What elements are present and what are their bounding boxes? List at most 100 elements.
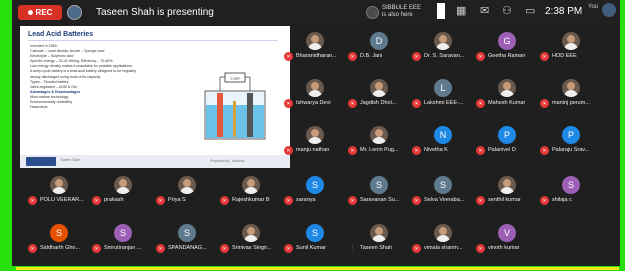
- participant-avatar: S: [306, 224, 324, 242]
- participant-tile[interactable]: ✕ HOD EEE: [538, 30, 604, 62]
- slide-footer-left: Taseen Shah: [60, 158, 81, 162]
- participant-tile[interactable]: S ✕ Selva Veeraba...: [410, 174, 476, 206]
- participant-tile[interactable]: G ✕ Geetha Raman: [474, 30, 540, 62]
- participant-tile[interactable]: D ✕ D.B. Jani: [346, 30, 412, 62]
- slide-title: Lead Acid Batteries: [28, 31, 94, 38]
- participant-avatar: P: [498, 126, 516, 144]
- participant-name: Jagdish Dhol...: [360, 100, 397, 106]
- mic-muted-icon: ✕: [412, 244, 421, 253]
- participant-tile[interactable]: ✕ maninj perum...: [538, 77, 604, 109]
- mic-muted-icon: ✕: [284, 99, 293, 108]
- avatar-photo-body: [244, 187, 258, 194]
- avatar-photo-body: [436, 43, 450, 50]
- participant-tile[interactable]: L ✕ Lakshmi EEE-...: [410, 77, 476, 109]
- avatar-photo-body: [116, 187, 130, 194]
- participant-avatar: S: [178, 224, 196, 242]
- participant-tile[interactable]: ⫶ Taseen Shah: [346, 222, 412, 254]
- mic-muted-icon: ✕: [540, 146, 549, 155]
- participant-avatar: D: [370, 32, 388, 50]
- participant-tile[interactable]: ✕ vimala shanm...: [410, 222, 476, 254]
- participant-tile[interactable]: ✕ POLU VEERAR...: [26, 174, 92, 206]
- avatar-photo-body: [564, 90, 578, 97]
- participant-tile[interactable]: S ✕ SPANDANAG...: [154, 222, 220, 254]
- participant-name: Saravanan Su...: [360, 197, 400, 203]
- participant-tile[interactable]: S ✕ saranya: [282, 174, 348, 206]
- mic-muted-icon: ✕: [220, 196, 229, 205]
- mic-muted-icon: ✕: [28, 244, 37, 253]
- participant-tile[interactable]: P ✕ Palanivel D: [474, 124, 540, 156]
- participant-avatar: S: [306, 176, 324, 194]
- mic-muted-icon: ✕: [348, 196, 357, 205]
- participant-tile[interactable]: ✕ manju nathan: [282, 124, 348, 156]
- mic-muted-icon: ✕: [476, 52, 485, 61]
- people-icon[interactable]: ⚇: [502, 5, 512, 17]
- mic-muted-icon: ✕: [476, 146, 485, 155]
- avatar-photo-head: [503, 179, 511, 187]
- participant-tile[interactable]: ✕ Mr. Lenin Pug...: [346, 124, 412, 156]
- avatar-photo-head: [503, 82, 511, 90]
- grid-icon[interactable]: ▦: [456, 5, 466, 17]
- avatar-photo-head: [567, 82, 575, 90]
- mic-muted-icon: ✕: [412, 52, 421, 61]
- avatar-photo-body: [436, 235, 450, 242]
- participant-name: Dr. S. Saravan...: [424, 53, 465, 59]
- screen-share-icon[interactable]: ▭: [525, 5, 535, 17]
- avatar-photo-body: [308, 137, 322, 144]
- participant-tile[interactable]: ✕ Jagdish Dhol...: [346, 77, 412, 109]
- participant-name: D.B. Jani: [360, 53, 383, 59]
- participant-name: Selva Veeraba...: [424, 197, 465, 203]
- participant-tile[interactable]: S ✕ Sunil Kumar: [282, 222, 348, 254]
- also-here-indicator[interactable]: SIBBULE EEE is also here: [366, 3, 436, 21]
- participant-tile[interactable]: S ✕ Smrutiranjan ...: [90, 222, 156, 254]
- avatar-photo-body: [244, 235, 258, 242]
- avatar-photo-body: [180, 187, 194, 194]
- participant-tile[interactable]: ✕ Ishwarya Devi: [282, 77, 348, 109]
- participant-avatar: P: [562, 126, 580, 144]
- participant-tile[interactable]: ✕ Dr. S. Saravan...: [410, 30, 476, 62]
- participant-avatar: [562, 79, 580, 97]
- participant-avatar: S: [370, 176, 388, 194]
- avatar-photo-head: [439, 227, 447, 235]
- participant-avatar: [434, 224, 452, 242]
- slide-footer: Taseen Shah Prepared by - Abhinav: [20, 155, 290, 168]
- participant-tile[interactable]: ✕ Bharanidharan...: [282, 30, 348, 62]
- mic-muted-icon: ✕: [28, 196, 37, 205]
- participant-tile[interactable]: ✕ Srinivas Singir...: [218, 222, 284, 254]
- participant-tile[interactable]: ✕ senthil kumar: [474, 174, 540, 206]
- presenter-avatar: [67, 5, 82, 20]
- participant-name: HOD EEE: [552, 53, 577, 59]
- participant-tile[interactable]: ✕ Rajeshkumar B: [218, 174, 284, 206]
- slide-footer-right: Prepared by - Abhinav: [210, 159, 245, 163]
- participant-name: saranya: [296, 197, 316, 203]
- participant-name: Lakshmi EEE-...: [424, 100, 464, 106]
- participant-avatar: [306, 79, 324, 97]
- participant-tile[interactable]: P ✕ Palaraju Srav...: [538, 124, 604, 156]
- participant-name: prakash: [104, 197, 124, 203]
- participant-tile[interactable]: S ✕ Siddharth Gho...: [26, 222, 92, 254]
- presenter-logo: [26, 157, 56, 166]
- avatar-letter: S: [567, 180, 574, 190]
- participant-tile[interactable]: V ✕ vinoth kumar: [474, 222, 540, 254]
- participant-name: maninj perum...: [552, 100, 590, 106]
- participant-name: Smrutiranjan ...: [104, 245, 142, 251]
- self-avatar[interactable]: [602, 3, 616, 17]
- also-here-name: SIBBULE EEE: [382, 5, 422, 11]
- avatar-photo-head: [311, 35, 319, 43]
- participant-name: Srinivas Singir...: [232, 245, 272, 251]
- avatar-letter: P: [567, 130, 574, 140]
- participant-tile[interactable]: ✕ Priya S: [154, 174, 220, 206]
- chat-bubbles-icon[interactable]: ✉: [480, 5, 489, 17]
- mic-muted-icon: ✕: [540, 196, 549, 205]
- participant-tile[interactable]: S ✕ Saravanan Su...: [346, 174, 412, 206]
- participant-tile[interactable]: ✕ prakash: [90, 174, 156, 206]
- mic-muted-icon: ✕: [156, 244, 165, 253]
- avatar-letter: G: [503, 36, 511, 46]
- avatar-photo-head: [439, 35, 447, 43]
- participant-tile[interactable]: S ✕ shilaja c: [538, 174, 604, 206]
- avatar-photo-body: [52, 187, 66, 194]
- participant-tile[interactable]: ✕ Mahesh Kumar: [474, 77, 540, 109]
- participant-tile[interactable]: N ✕ Nivetha K: [410, 124, 476, 156]
- mic-muted-icon: ✕: [476, 196, 485, 205]
- mic-muted-icon: ✕: [348, 99, 357, 108]
- avatar-photo-body: [372, 90, 386, 97]
